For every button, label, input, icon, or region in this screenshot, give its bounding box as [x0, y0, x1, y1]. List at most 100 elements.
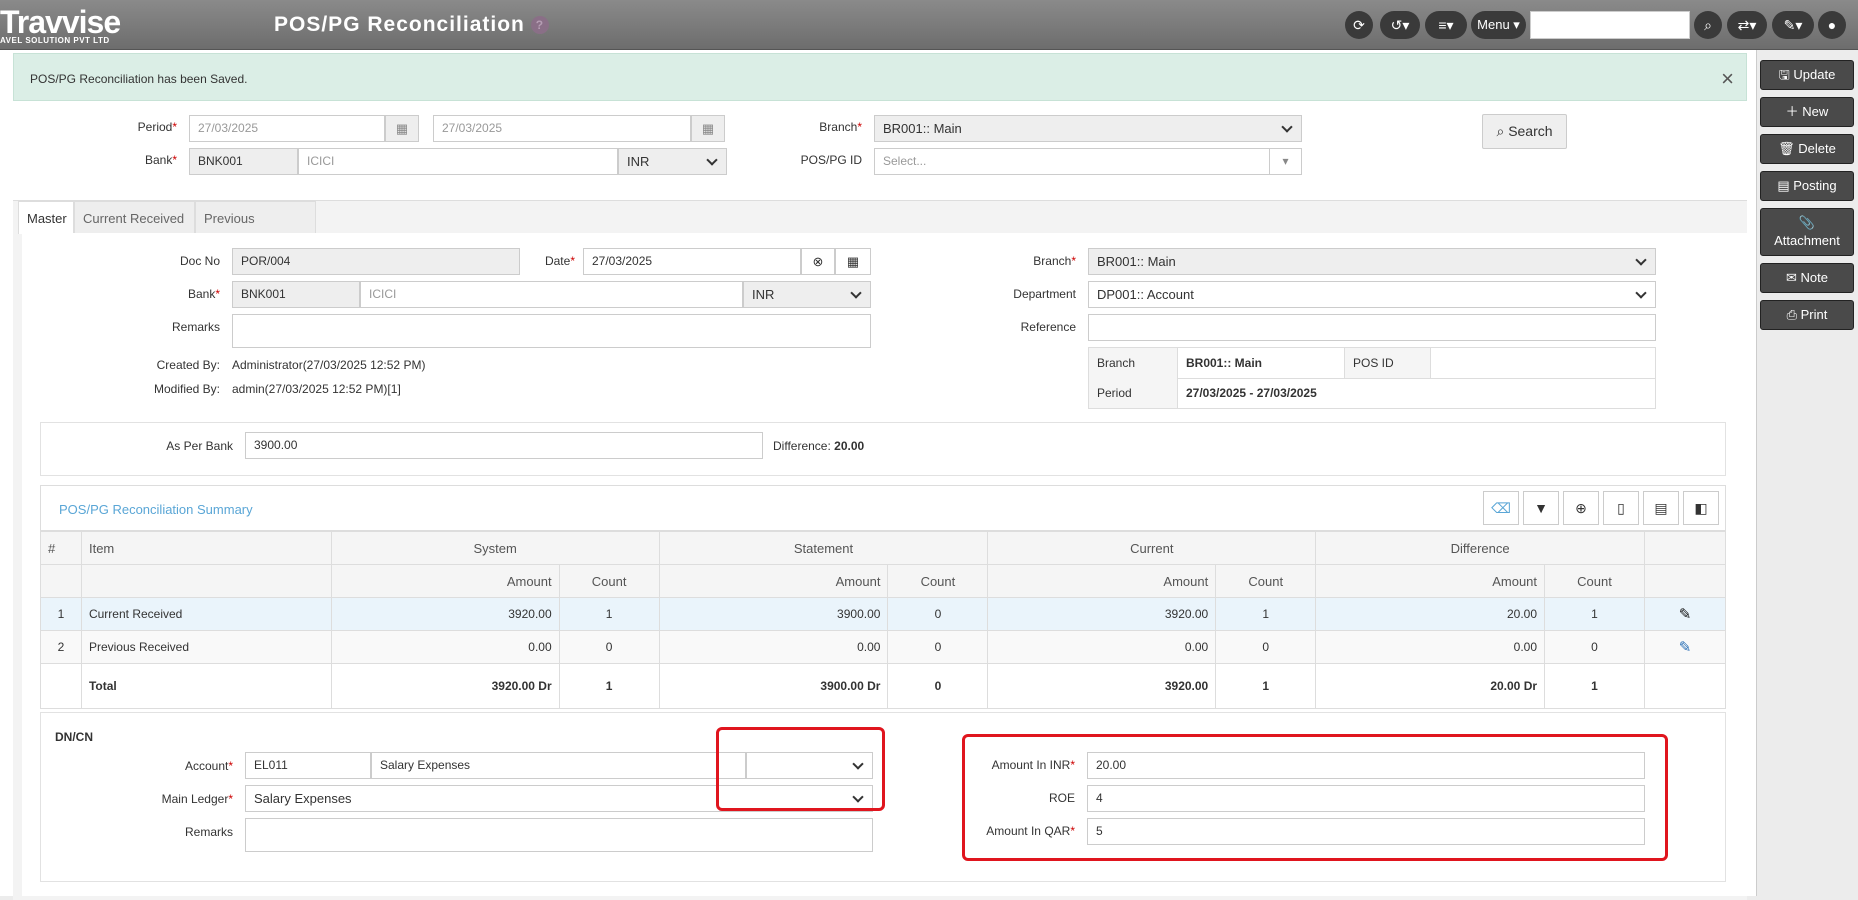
account-name-input[interactable]: Salary Expenses: [371, 752, 746, 779]
user-avatar-icon[interactable]: ●: [1818, 11, 1846, 39]
highlight-box: [716, 727, 885, 811]
highlight-box: [962, 734, 1668, 861]
update-button[interactable]: 🖫 Update: [1760, 60, 1854, 90]
col-amount: Amount: [1315, 564, 1546, 598]
info-period-label: Period: [1089, 378, 1178, 408]
calendar-icon[interactable]: ▦: [385, 115, 419, 142]
cell-sys-count: 0: [558, 630, 660, 664]
table-subheader-row: Amount Count Amount Count Amount Count A…: [40, 564, 1727, 598]
info-box: Branch BR001:: Main POS ID Period 27/03/…: [1088, 347, 1656, 409]
col-amount: Amount: [987, 564, 1217, 598]
date-input[interactable]: 27/03/2025: [583, 248, 801, 275]
calendar-icon[interactable]: ▦: [835, 248, 871, 275]
caret-down-icon: ▾: [1269, 149, 1301, 174]
menu-button[interactable]: Menu ▾: [1471, 11, 1526, 39]
info-posid-label: POS ID: [1345, 348, 1431, 378]
edit-pencil-icon[interactable]: ✎: [1643, 630, 1727, 664]
zoom-icon[interactable]: ⊕: [1563, 491, 1599, 525]
cell-diff-count: 1: [1544, 597, 1645, 631]
cell-cur-count: 0: [1215, 630, 1317, 664]
branch-label: Branch*: [1033, 254, 1076, 268]
col-count: Count: [1544, 564, 1645, 598]
success-alert: POS/PG Reconciliation has been Saved. ×: [13, 53, 1747, 101]
period-from-input[interactable]: 27/03/2025: [189, 115, 385, 142]
posting-button[interactable]: ▤ Posting: [1760, 171, 1854, 201]
modified-value: admin(27/03/2025 12:52 PM)[1]: [232, 382, 401, 396]
created-value: Administrator(27/03/2025 12:52 PM): [232, 358, 426, 372]
bank-code-input[interactable]: BNK001: [232, 281, 360, 308]
chevron-down-icon: [706, 154, 718, 166]
account-label: Account*: [184, 759, 233, 773]
page-title: POS/PG Reconciliation?: [274, 13, 549, 37]
cell-sys-amount: 3920.00: [330, 597, 560, 631]
bank-name-input[interactable]: ICICI: [298, 148, 618, 175]
language-icon[interactable]: ⇄▾: [1727, 11, 1767, 39]
table-header-row: # Item System Statement Current Differen…: [40, 531, 1727, 565]
attachment-button[interactable]: 📎 Attachment: [1760, 208, 1854, 256]
col-count: Count: [1215, 564, 1317, 598]
reference-input[interactable]: [1088, 314, 1656, 341]
calendar-icon[interactable]: ▦: [691, 115, 725, 142]
cell-item: Previous Received: [80, 630, 332, 664]
filter-icon[interactable]: ▼: [1523, 491, 1559, 525]
date-label: Date*: [544, 254, 575, 268]
as-per-bank-input[interactable]: 3900.00: [245, 432, 763, 459]
bank-label: Bank*: [144, 153, 177, 167]
cell-no: 1: [40, 597, 82, 631]
eraser-icon[interactable]: ⌫: [1483, 491, 1519, 525]
docno-input[interactable]: POR/004: [232, 248, 520, 275]
edit-pencil-icon[interactable]: ✎: [1643, 597, 1727, 631]
close-icon[interactable]: ×: [1721, 54, 1734, 104]
print-button[interactable]: ⎙ Print: [1760, 300, 1854, 330]
search-button[interactable]: ⌕ Search: [1482, 114, 1567, 149]
dncn-remarks-textarea[interactable]: [245, 818, 873, 852]
branch-select[interactable]: BR001:: Main: [1088, 248, 1656, 275]
bank-code-input[interactable]: BNK001: [189, 148, 298, 175]
clear-date-icon[interactable]: ⊗: [801, 248, 835, 275]
bank-currency-select[interactable]: INR: [618, 148, 727, 175]
note-button[interactable]: ✉ Note: [1760, 263, 1854, 293]
excel-icon[interactable]: ▤: [1643, 491, 1679, 525]
new-button[interactable]: ＋ New: [1760, 97, 1854, 127]
refresh-icon[interactable]: ⟳: [1345, 11, 1373, 39]
remarks-label: Remarks: [184, 825, 233, 839]
period-to-input[interactable]: 27/03/2025: [433, 115, 691, 142]
col-statement: Statement: [658, 531, 989, 565]
remarks-textarea[interactable]: [232, 314, 871, 348]
total-label: Total: [80, 663, 332, 709]
summary-title: POS/PG Reconciliation Summary: [59, 502, 253, 517]
tab-master[interactable]: Master: [18, 201, 74, 234]
list-menu-icon[interactable]: ≡▾: [1425, 11, 1467, 39]
theme-brush-icon[interactable]: ✎▾: [1772, 11, 1814, 39]
posid-select[interactable]: Select... ▾: [874, 148, 1302, 175]
total-diff-amount: 20.00 Dr: [1315, 663, 1546, 709]
search-icon[interactable]: ⌕: [1694, 11, 1722, 39]
department-select[interactable]: DP001:: Account: [1088, 281, 1656, 308]
tab-previous-received[interactable]: Previous Received: [195, 201, 316, 259]
global-search-input[interactable]: [1530, 11, 1690, 39]
cell-diff-amount: 20.00: [1315, 597, 1546, 631]
remarks-label: Remarks: [171, 320, 220, 334]
action-sidebar: 🖫 Update ＋ New 🗑 Delete ▤ Posting 📎 Attac…: [1756, 50, 1858, 896]
table-row[interactable]: 1 Current Received 3920.00 1 3900.00 0 3…: [40, 597, 1727, 631]
table-row[interactable]: 2 Previous Received 0.00 0 0.00 0 0.00 0…: [40, 630, 1727, 664]
cell-item: Current Received: [80, 597, 332, 631]
branch-select[interactable]: BR001:: Main: [874, 115, 1302, 142]
tab-current-received[interactable]: Current Received: [74, 201, 195, 234]
bank-currency-select[interactable]: INR: [743, 281, 871, 308]
as-per-bank-label: As Per Bank: [166, 439, 233, 453]
delete-button[interactable]: 🗑 Delete: [1760, 134, 1854, 164]
cell-cur-amount: 3920.00: [987, 597, 1217, 631]
bank-name-input[interactable]: ICICI: [360, 281, 743, 308]
summary-header: POS/PG Reconciliation Summary ⌫ ▼ ⊕ ▯ ▤ …: [40, 485, 1726, 531]
col-no: #: [40, 531, 82, 565]
col-count: Count: [558, 564, 660, 598]
dncn-title: DN/CN: [55, 730, 93, 744]
history-icon[interactable]: ↺▾: [1380, 11, 1420, 39]
modified-label: Modified By:: [153, 382, 220, 396]
help-icon[interactable]: ?: [530, 16, 549, 34]
account-code-input[interactable]: EL011: [245, 752, 371, 779]
columns-icon[interactable]: ◧: [1683, 491, 1719, 525]
pdf-icon[interactable]: ▯: [1603, 491, 1639, 525]
col-difference: Difference: [1315, 531, 1645, 565]
